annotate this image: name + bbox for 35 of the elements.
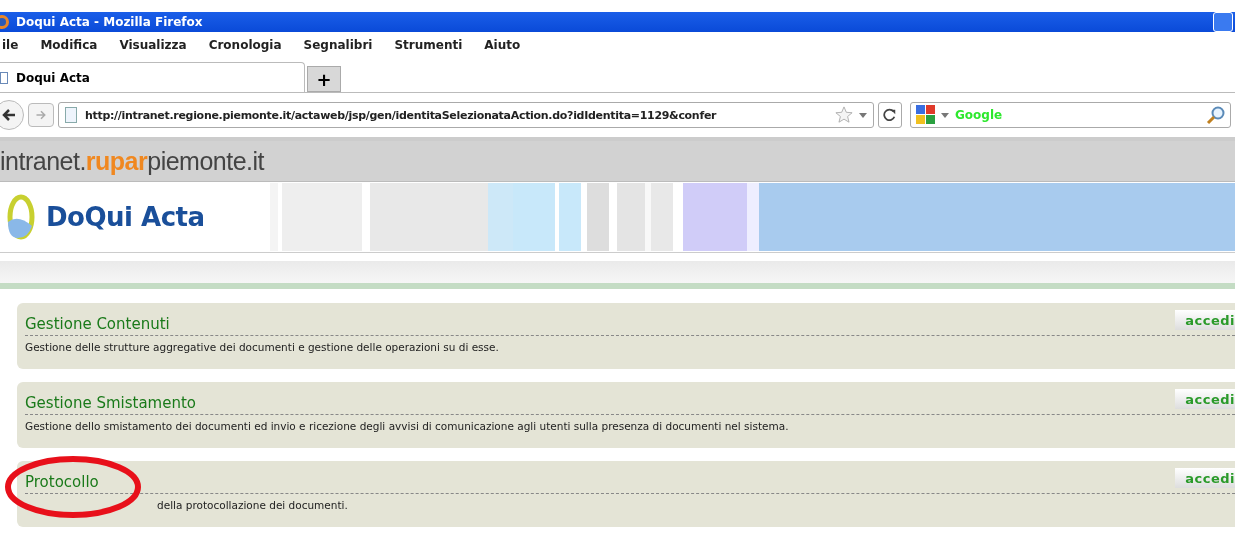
google-icon bbox=[915, 105, 937, 125]
star-icon[interactable] bbox=[835, 106, 853, 124]
menu-item[interactable]: Modifica bbox=[40, 38, 98, 52]
page-icon bbox=[65, 107, 77, 123]
section-title[interactable]: Gestione Contenuti bbox=[25, 315, 170, 333]
logo-icon bbox=[6, 192, 36, 242]
tab[interactable]: + bbox=[307, 66, 341, 92]
forward-arrow-icon bbox=[35, 109, 47, 121]
menu-item[interactable]: Visualizza bbox=[119, 38, 187, 52]
address-bar[interactable]: http://intranet.regione.piemonte.it/actaweb/jsp/gen/identitaSelezionataAction.do?idIdentita=1129&confer bbox=[58, 102, 874, 128]
section-description: della protocollazione dei documenti. bbox=[156, 498, 349, 511]
reload-button[interactable] bbox=[878, 102, 902, 128]
menu-item[interactable]: Aiuto bbox=[484, 38, 521, 52]
portal-logo[interactable]: intranet.ruparpiemonte.it bbox=[0, 146, 265, 176]
search-icon[interactable] bbox=[1206, 105, 1226, 125]
section-description: Gestione delle strutture aggregative dei documenti e gestione delle operazioni su di esse. bbox=[25, 340, 500, 353]
firefox-icon bbox=[0, 14, 10, 30]
menu-item[interactable]: Cronologia bbox=[208, 38, 282, 52]
page-icon bbox=[0, 71, 8, 84]
app-title: DoQui Acta bbox=[46, 202, 206, 232]
dropdown-icon[interactable] bbox=[859, 112, 867, 118]
search-bar[interactable]: Google bbox=[910, 102, 1231, 128]
section-title[interactable]: Gestione Smistamento bbox=[25, 394, 196, 412]
menu-item[interactable]: ile bbox=[2, 38, 19, 52]
dropdown-icon[interactable] bbox=[941, 112, 949, 118]
menu-item[interactable]: Segnalibri bbox=[303, 38, 373, 52]
menu-item[interactable]: Strumenti bbox=[394, 38, 463, 52]
section-description: Gestione dello smistamento dei documenti ed invio e ricezione degli avvisi di comunicazione agli utenti sulla presenza di documenti nel sistema. bbox=[25, 419, 790, 432]
reload-icon bbox=[883, 108, 897, 122]
back-button[interactable] bbox=[0, 100, 24, 130]
tab[interactable]: Doqui Acta bbox=[0, 62, 305, 92]
window-title: Doqui Acta - Mozilla Firefox bbox=[16, 15, 204, 29]
restore-button[interactable] bbox=[1213, 12, 1233, 32]
back-arrow-icon bbox=[1, 107, 17, 123]
section-title[interactable]: Protocollo bbox=[25, 473, 99, 491]
